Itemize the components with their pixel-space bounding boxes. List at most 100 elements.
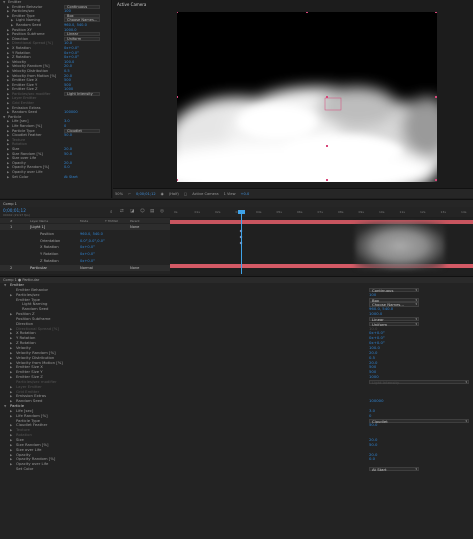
viewer-bar-item[interactable]: +0.0	[241, 192, 250, 196]
layer-row[interactable]: X Rotation 0x+0.0°	[0, 244, 170, 250]
viewer-bar-item[interactable]: ⌐	[128, 192, 131, 196]
ruler-tick: 02s	[215, 210, 221, 214]
layer-name[interactable]: Orientation	[40, 239, 60, 243]
ruler-tick: 05s	[276, 210, 282, 214]
time-ruler[interactable]: 0s01s02s03s04s05s06s07s08s09s10s11s12s13…	[170, 208, 473, 218]
property-dropdown[interactable]: Light Intensity ▾	[369, 379, 469, 384]
property-value-text: 100	[369, 291, 377, 297]
ruler-tick: 14s	[461, 210, 467, 214]
frame-handle-bm[interactable]	[326, 179, 329, 182]
layer-name[interactable]: Z Rotation	[40, 259, 59, 263]
ruler-tick: 07s	[317, 210, 323, 214]
property-value-text: 50.0	[369, 441, 378, 447]
ruler-tick: 0s	[174, 210, 178, 214]
property-dropdown[interactable]: Linear	[64, 32, 100, 37]
column-header: Parent	[130, 218, 140, 223]
property-value-text: 50.0	[369, 422, 378, 428]
layer-parent[interactable]: None	[130, 266, 139, 270]
chevron-down-icon: ▾	[415, 467, 417, 472]
layer-name[interactable]: X Rotation	[40, 245, 59, 249]
layer-row[interactable]: 2 Particular Normal None	[0, 264, 170, 271]
layer-mode[interactable]: 0x+0.0°	[80, 245, 95, 249]
ruler-tick: 09s	[358, 210, 364, 214]
frame-handle-mid[interactable]	[326, 145, 329, 148]
property-dropdown[interactable]: Box	[64, 13, 100, 18]
viewer-bar-item[interactable]: (Half)	[169, 192, 179, 196]
layer-row[interactable]: Y Rotation 0x+0.0°	[0, 251, 170, 257]
layer-mode[interactable]: 960.0, 540.0	[80, 232, 103, 236]
ruler-tick: 01s	[194, 210, 200, 214]
viewer-bar-item[interactable]: 0;00;01;12	[136, 192, 156, 196]
layer-mode[interactable]: 0x+0.0°	[80, 259, 95, 263]
frame-handle-ml[interactable]	[177, 96, 179, 99]
layer-mode[interactable]: 0x+0.0°	[80, 252, 95, 256]
anchor-handle[interactable]	[326, 96, 329, 99]
layer-number: 2	[10, 265, 13, 270]
column-header: Layer Name	[30, 218, 49, 223]
motion-blur-icon[interactable]: ◎	[160, 209, 164, 214]
property-value-text: 1000	[369, 374, 379, 380]
draft-3d-icon[interactable]: ◪	[130, 209, 134, 214]
blurred-region	[355, 222, 445, 270]
layer-name[interactable]: Y Rotation	[40, 252, 58, 256]
layer-row[interactable]: Orientation 0.0°,0.0°,0.0°	[0, 238, 170, 244]
comp-flow-icon[interactable]: ⇄	[120, 209, 124, 214]
property-dropdown[interactable]: Choose Names...	[64, 18, 100, 23]
property-dropdown[interactable]: Continuous ▾	[369, 287, 419, 292]
property-value-text: 100000	[369, 398, 384, 404]
frame-handle-tm[interactable]	[306, 12, 309, 14]
search-icon[interactable]: ⌕	[110, 209, 113, 215]
property-label: Set Color	[12, 174, 29, 179]
property-dropdown[interactable]: Continuous	[64, 4, 100, 9]
playhead-line[interactable]	[241, 212, 242, 274]
layer-name[interactable]: [Light 1]	[30, 225, 45, 229]
layer-number: 1	[10, 225, 13, 229]
property-label: Set Color	[16, 466, 34, 472]
frame-handle-mr[interactable]	[435, 96, 437, 99]
effect-controls-panel: Comp 1 ● Particular ▼ Emitter Emitter Beha…	[0, 276, 473, 539]
effect-property-row: Set Color At Start ▾	[0, 466, 473, 472]
layer-name[interactable]: Position	[40, 232, 54, 236]
column-header: Mode	[80, 218, 89, 223]
viewer-bar-item[interactable]: ▢	[184, 192, 187, 196]
property-dropdown[interactable]: Cloudlet ▾	[369, 418, 469, 423]
layer-parent[interactable]: None	[130, 225, 139, 229]
frame-handle-tr[interactable]	[435, 12, 437, 14]
layer-mode[interactable]: Normal	[80, 266, 93, 270]
ruler-tick: 06s	[297, 210, 303, 214]
layer-mode[interactable]: 0.0°,0.0°,0.0°	[80, 239, 105, 243]
column-header: T TrkMat	[105, 218, 118, 223]
property-dropdown[interactable]: Light Intensity	[64, 91, 100, 96]
property-dropdown[interactable]: Cloudlet	[64, 128, 100, 133]
property-value[interactable]: At Start	[64, 175, 78, 180]
layer-row[interactable]: Z Rotation 0x+0.0°	[0, 258, 170, 264]
layer-name[interactable]: Particular	[30, 266, 47, 270]
frame-blend-icon[interactable]: ▤	[150, 209, 154, 214]
property-dropdown[interactable]: At Start ▾	[369, 467, 419, 471]
layer-row[interactable]: 1 [Light 1] None	[0, 224, 170, 230]
cloud-render	[177, 87, 437, 182]
frame-handle-tl[interactable]	[177, 12, 179, 14]
property-dropdown[interactable]: Uniform	[64, 36, 100, 41]
viewer-bar-item[interactable]: 50%	[115, 192, 123, 196]
property-dropdown[interactable]: Linear ▾	[369, 316, 419, 321]
shy-icon[interactable]: ☺	[140, 209, 145, 214]
effect-row: ▶ Set Color At Start	[0, 175, 111, 180]
property-value-text: 0	[369, 412, 372, 418]
viewer-bar-item[interactable]: Active Camera	[192, 192, 218, 196]
viewer-bar-item[interactable]: ◉	[161, 192, 164, 196]
viewer-toolbar: 50% ⌐ 0;00;01;12 ◉ (Half) ▢ Active Camera 1 Vie…	[113, 188, 473, 198]
composition-frame[interactable]	[177, 12, 437, 182]
property-dropdown[interactable]: Box ▾	[369, 297, 419, 302]
ruler-tick: 13s	[440, 210, 446, 214]
ruler-tick: 10s	[379, 210, 385, 214]
property-value-text: 1000.0	[369, 311, 383, 317]
viewer-bar-item[interactable]: 1 View	[224, 192, 236, 196]
effect-properties: ▼ Emitter Emitter Behavior Continuous ▾ ▶ Part…	[0, 282, 473, 472]
frame-handle-bl[interactable]	[177, 179, 179, 182]
frame-handle-br[interactable]	[435, 179, 437, 182]
twirl-icon[interactable]: ▶	[7, 175, 9, 180]
layer-row[interactable]: Position 960.0, 540.0	[0, 231, 170, 237]
composition-viewer: Active Camera 50% ⌐ 0;00;01;12 ◉ (Half) …	[113, 0, 473, 198]
timeline-comp-tab[interactable]: Comp 1	[3, 202, 17, 206]
